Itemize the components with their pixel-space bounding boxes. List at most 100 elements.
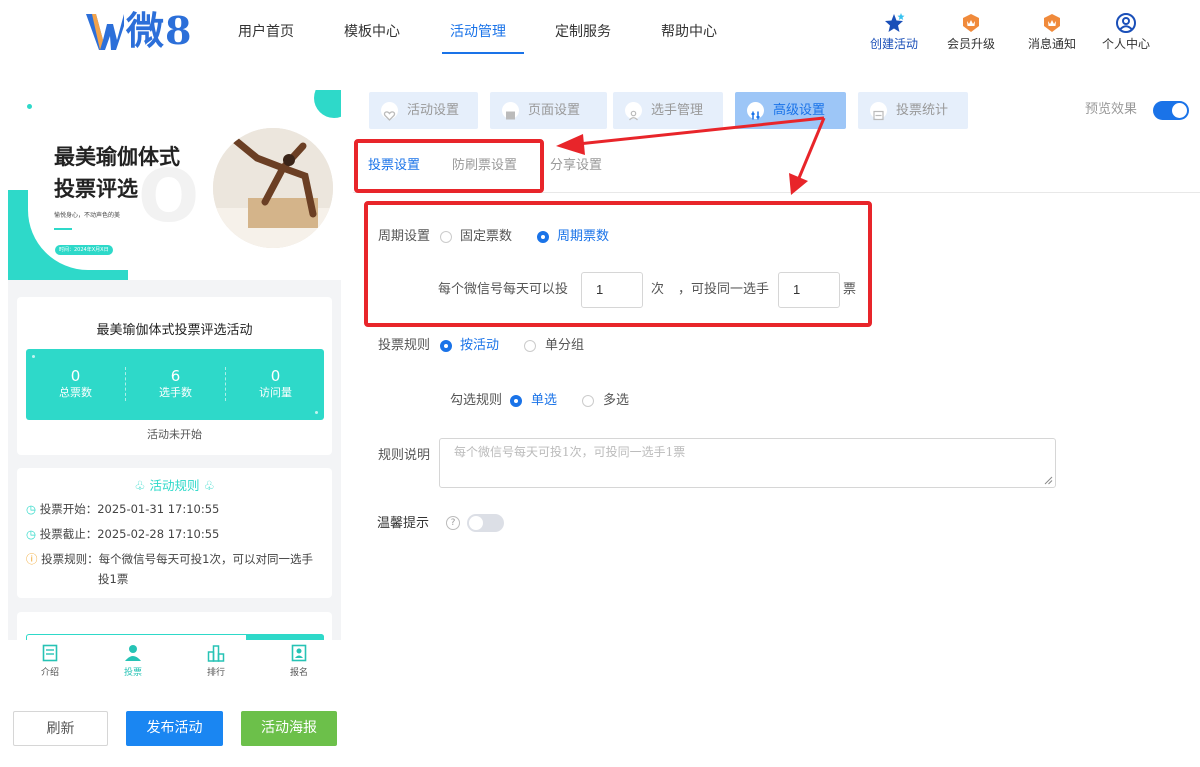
nav-template-center[interactable]: 模板中心: [344, 22, 400, 42]
radio-by-activity-label[interactable]: 按活动: [460, 337, 499, 355]
star-icon: [885, 13, 905, 32]
rule-vote-val: 每个微信号每天可投1次，可以对同一选手: [98, 552, 313, 566]
rule-end: ◷ 投票截止：2025-02-28 17:10:55: [26, 525, 219, 544]
stats-corner-dot: [32, 355, 35, 358]
radio-single-choice-label[interactable]: 单选: [531, 392, 557, 410]
annotation-box-subtabs: [354, 139, 544, 193]
stats-corner-dot: [315, 411, 318, 414]
stat-visits: 0 访问量: [226, 367, 325, 401]
notifications-button[interactable]: 消息通知: [1017, 12, 1087, 56]
preview-toggle-switch[interactable]: [1153, 101, 1189, 120]
rule-start-key: 投票开始：: [39, 502, 98, 516]
rule-description-placeholder: 每个微信号每天可投1次，可投同一选手1票: [454, 445, 686, 459]
step-vote-statistics-label: 投票统计: [896, 103, 949, 118]
user-icon: [125, 645, 141, 661]
tab-ranking[interactable]: 排行: [186, 644, 246, 678]
stat-visits-label: 访问量: [259, 386, 292, 399]
rule-vote-cont: 投1票: [98, 572, 129, 586]
create-activity-label: 创建活动: [869, 37, 918, 51]
rank-icon: [207, 645, 225, 662]
settings-icon: [747, 102, 764, 120]
radio-by-activity[interactable]: [440, 340, 452, 352]
yoga-figure-icon: [213, 128, 333, 248]
rule-start-val: 2025-01-31 17:10:55: [97, 502, 220, 516]
event-banner: O 最美瑜伽体式 投票评选 愉悦身心，不动声色的美 时间：2024年X月X日: [8, 90, 341, 280]
nav-custom-service[interactable]: 定制服务: [555, 22, 611, 42]
step-vote-statistics[interactable]: 投票统计: [858, 92, 968, 129]
logo-icon: [86, 14, 124, 50]
help-icon[interactable]: ?: [446, 516, 460, 530]
stat-contestants-value: 6: [170, 367, 181, 385]
event-title: 最美瑜伽体式投票评选活动: [96, 323, 253, 338]
tip-toggle-knob: [469, 516, 483, 530]
personal-center-label: 个人中心: [1101, 37, 1150, 51]
stats-icon: [870, 102, 887, 121]
check-rule-label: 勾选规则: [450, 393, 503, 408]
tip-toggle-switch[interactable]: [467, 514, 504, 532]
banner-dot: [27, 104, 32, 109]
tip-label: 温馨提示: [377, 516, 430, 531]
step-contestant-management[interactable]: 选手管理: [613, 92, 723, 129]
tab-signup[interactable]: 报名: [269, 644, 329, 678]
radio-single-group[interactable]: [524, 340, 536, 352]
doc-icon: [42, 644, 58, 662]
nav-active-underline: [442, 52, 524, 54]
nav-activity-management[interactable]: 活动管理: [450, 22, 506, 42]
radio-single-choice[interactable]: [510, 395, 522, 407]
publish-activity-button[interactable]: 发布活动: [126, 711, 223, 746]
create-activity-button[interactable]: 创建活动: [859, 12, 929, 56]
radio-multi-choice[interactable]: [582, 395, 594, 407]
stat-total-votes: 0 总票数: [26, 367, 125, 401]
activity-poster-button[interactable]: 活动海报: [241, 711, 337, 746]
subtab-share-settings[interactable]: 分享设置: [550, 157, 602, 175]
step-advanced-settings-label: 高级设置: [773, 103, 826, 118]
step-page-settings-label: 页面设置: [528, 103, 581, 118]
member-upgrade-label: 会员升级: [946, 37, 995, 51]
info-icon: ⓘ: [26, 552, 38, 566]
person-icon: [625, 102, 642, 121]
tab-vote[interactable]: 投票: [103, 644, 163, 678]
radio-multi-choice-label[interactable]: 多选: [603, 392, 629, 410]
banner-decor-circle: [314, 90, 341, 118]
tab-vote-label: 投票: [123, 668, 142, 678]
tab-signup-label: 报名: [289, 668, 308, 678]
bell-icon: [1044, 14, 1060, 32]
tab-ranking-label: 排行: [206, 668, 225, 678]
stat-total-votes-value: 0: [70, 367, 81, 385]
banner-title-2: 投票评选: [54, 177, 138, 201]
user-circle-icon: [1116, 13, 1136, 33]
rules-title: 活动规则: [149, 478, 200, 493]
radio-single-group-label[interactable]: 单分组: [545, 337, 584, 355]
yoga-photo: [213, 128, 333, 248]
top-header: 微8 用户首页 模板中心 活动管理 定制服务 帮助中心 创建活动 会员升级 消息…: [0, 0, 1200, 80]
preview-tabbar: 介绍 投票 排行 报名: [8, 640, 341, 686]
rule-start: ◷ 投票开始：2025-01-31 17:10:55: [26, 500, 219, 519]
stat-contestants-label: 选手数: [159, 386, 192, 399]
vote-rule-label: 投票规则: [378, 338, 431, 353]
heart-icon: [381, 102, 398, 121]
tab-intro[interactable]: 介绍: [20, 644, 80, 678]
rules-leaf-icon: ♧: [203, 478, 215, 493]
banner-date-pill: 时间：2024年X月X日: [54, 244, 114, 256]
stat-total-votes-label: 总票数: [59, 386, 92, 399]
step-activity-settings[interactable]: 活动设置: [369, 92, 478, 129]
rule-vote-key: 投票规则：: [41, 552, 99, 566]
rule-vote: ⓘ 投票规则：每个微信号每天可投1次，可以对同一选手: [26, 550, 313, 569]
signup-icon: [291, 644, 307, 662]
step-page-settings[interactable]: 页面设置: [490, 92, 607, 129]
resize-handle-icon[interactable]: [1044, 476, 1053, 485]
rule-description-textarea[interactable]: 每个微信号每天可投1次，可投同一选手1票: [439, 438, 1056, 488]
mobile-preview-panel: O 最美瑜伽体式 投票评选 愉悦身心，不动声色的美 时间：2024年X月X日 最…: [8, 90, 341, 640]
nav-help-center[interactable]: 帮助中心: [661, 22, 717, 42]
nav-user-home[interactable]: 用户首页: [238, 22, 294, 42]
annotation-box-cycle: [364, 201, 872, 327]
refresh-button[interactable]: 刷新: [13, 711, 108, 746]
stat-contestants: 6 选手数: [126, 367, 225, 401]
member-upgrade-button[interactable]: 会员升级: [936, 12, 1006, 56]
notifications-label: 消息通知: [1027, 37, 1076, 51]
step-advanced-settings[interactable]: 高级设置: [735, 92, 846, 129]
logo-text: 微8: [126, 8, 193, 53]
step-contestant-management-label: 选手管理: [651, 103, 704, 118]
personal-center-button[interactable]: 个人中心: [1091, 12, 1161, 56]
image-icon: [502, 102, 519, 120]
